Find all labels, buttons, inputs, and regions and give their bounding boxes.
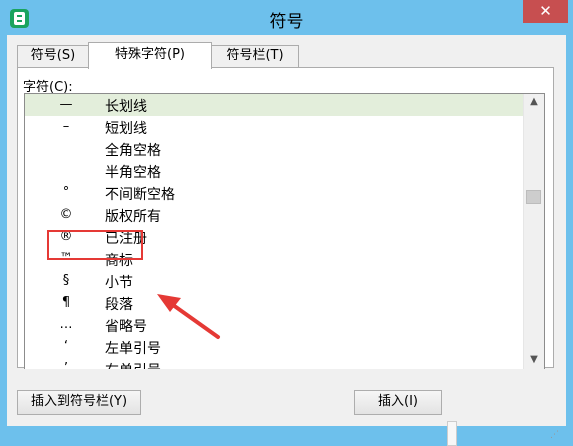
character-name: 小节 bbox=[105, 275, 133, 291]
tab-symbol-bar[interactable]: 符号栏(T) bbox=[211, 45, 299, 67]
list-item[interactable]: © 版权所有 bbox=[25, 204, 523, 226]
character-symbol: ‘ bbox=[63, 339, 69, 354]
annotation-highlight-box bbox=[47, 230, 143, 260]
list-item[interactable]: — 长划线 bbox=[25, 94, 523, 116]
tab-special-characters[interactable]: 特殊字符(P) bbox=[88, 42, 212, 69]
list-item[interactable]: ° 不间断空格 bbox=[25, 182, 523, 204]
insert-button[interactable]: 插入(I) bbox=[354, 390, 442, 415]
character-symbol: § bbox=[62, 273, 70, 288]
list-item[interactable]: – 短划线 bbox=[25, 116, 523, 138]
partial-button-edge bbox=[447, 421, 457, 446]
tab-symbols[interactable]: 符号(S) bbox=[17, 45, 89, 67]
vertical-scrollbar[interactable]: ▲ ▼ bbox=[523, 94, 544, 369]
character-name: 全角空格 bbox=[105, 143, 161, 159]
character-symbol: ¶ bbox=[61, 295, 71, 310]
window-title: 符号 bbox=[269, 12, 304, 32]
character-symbol: ’ bbox=[63, 361, 69, 369]
scroll-up-icon[interactable]: ▲ bbox=[524, 94, 544, 110]
character-name: 右单引号 bbox=[105, 360, 161, 369]
list-item[interactable]: ’ 右单引号 bbox=[25, 358, 523, 369]
character-symbol: © bbox=[59, 207, 73, 222]
list-item[interactable]: ¶ 段落 bbox=[25, 292, 523, 314]
resize-grip-icon[interactable]: ⋰ bbox=[550, 430, 560, 440]
close-button[interactable]: ✕ bbox=[523, 0, 568, 23]
character-name: 短划线 bbox=[105, 121, 147, 137]
insert-to-symbol-bar-button[interactable]: 插入到符号栏(Y) bbox=[17, 390, 141, 415]
character-name: 省略号 bbox=[105, 319, 147, 335]
character-name: 不间断空格 bbox=[105, 187, 175, 203]
scroll-down-icon[interactable]: ▼ bbox=[524, 352, 544, 368]
title-bar: 符号 ✕ bbox=[0, 0, 573, 35]
character-name: 半角空格 bbox=[105, 165, 161, 181]
list-item[interactable]: § 小节 bbox=[25, 270, 523, 292]
character-symbol: ° bbox=[62, 185, 70, 200]
list-item[interactable]: 半角空格 bbox=[25, 160, 523, 182]
list-item[interactable]: ‘ 左单引号 bbox=[25, 336, 523, 358]
scrollbar-thumb[interactable] bbox=[526, 190, 541, 204]
list-item[interactable]: … 省略号 bbox=[25, 314, 523, 336]
character-name: 左单引号 bbox=[105, 341, 161, 357]
character-symbol: … bbox=[59, 317, 73, 332]
character-symbol: — bbox=[59, 97, 73, 112]
character-symbol: – bbox=[62, 119, 70, 134]
list-item[interactable]: 全角空格 bbox=[25, 138, 523, 160]
character-name: 版权所有 bbox=[105, 209, 161, 225]
character-name: 长划线 bbox=[105, 99, 147, 115]
character-name: 段落 bbox=[105, 297, 133, 313]
special-characters-panel: 字符(C): — 长划线 – 短划线 全角空格 半角空格 ° 不间断空格 © 版权所有 ® 已注册 ™ 商… bbox=[17, 67, 554, 369]
